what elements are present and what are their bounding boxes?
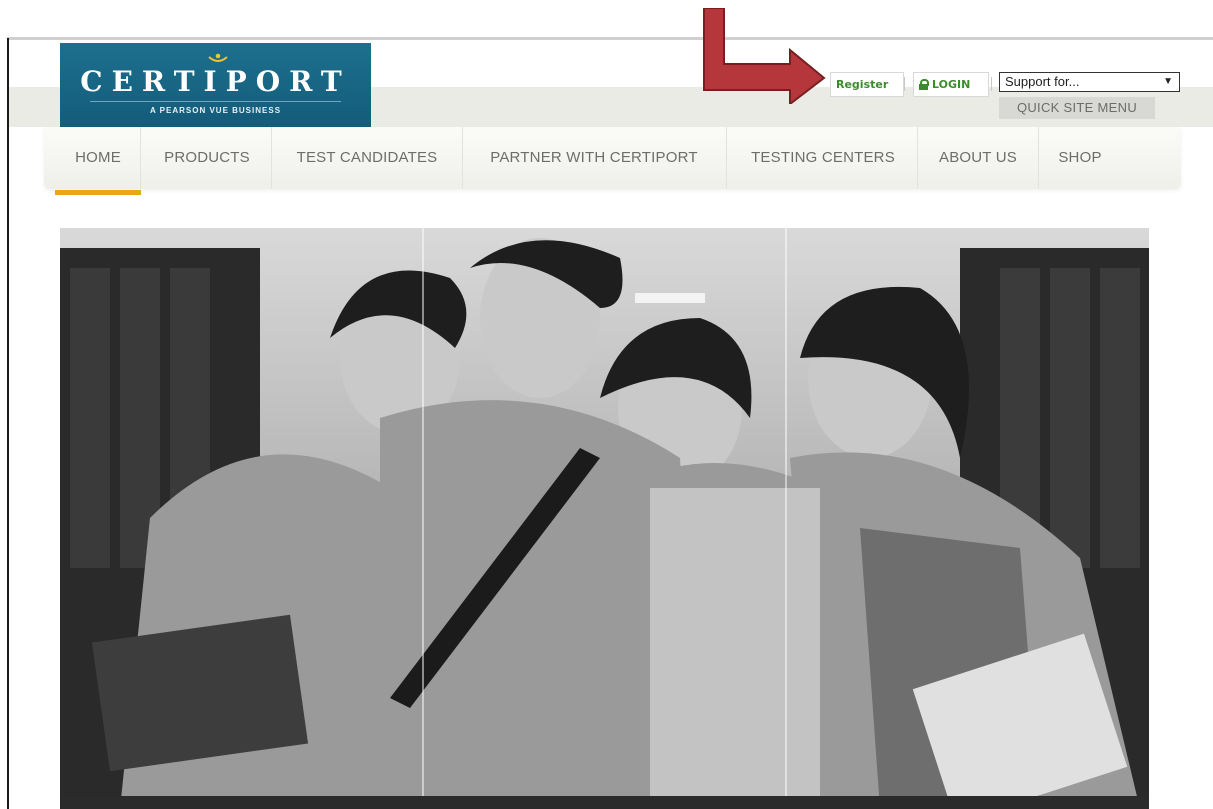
quick-site-menu[interactable]: QUICK SITE MENU [999,97,1155,119]
hero-caption-bar [60,796,1149,809]
divider [904,77,905,91]
hero-image [60,228,1149,809]
nav-divider [726,127,727,189]
quick-site-menu-label: QUICK SITE MENU [1016,100,1138,115]
red-arrow-icon [703,8,826,104]
nav-item-products[interactable]: PRODUCTS [144,127,270,189]
logo-wordmark: CERTIPORT [80,65,351,98]
support-for-select[interactable]: Support for... ▼ [999,72,1180,92]
nav-item-home[interactable]: HOME [58,127,138,189]
nav-divider [917,127,918,189]
nav-item-test-candidates[interactable]: TEST CANDIDATES [274,127,460,189]
nav-divider [271,127,272,189]
nav-item-about-us[interactable]: ABOUT US [920,127,1036,189]
lock-icon [919,79,929,90]
logo-tagline: A PEARSON VUE BUSINESS [149,106,282,115]
certiport-logo[interactable]: CERTIPORT A PEARSON VUE BUSINESS [60,43,371,127]
register-label: Register [836,78,889,91]
active-nav-indicator [55,190,141,195]
login-link[interactable]: LOGIN [913,72,989,97]
nav-item-testing-centers[interactable]: TESTING CENTERS [730,127,916,189]
logo-figure-icon [208,53,228,62]
divider [991,77,992,91]
nav-divider [140,127,141,189]
logo-rule [90,101,341,102]
login-label: LOGIN [932,78,971,91]
nav-item-shop[interactable]: SHOP [1040,127,1120,189]
caret-down-icon: ▼ [1163,76,1173,87]
main-nav: HOME PRODUCTS TEST CANDIDATES PARTNER WI… [44,127,1181,189]
hero-students-photo [60,228,1149,809]
page-left-border [7,38,9,809]
page-top-line [7,37,1213,40]
register-link[interactable]: Register [830,72,904,97]
support-select-value: Support for... [1005,74,1080,89]
nav-item-partner-with-certiport[interactable]: PARTNER WITH CERTIPORT [466,127,722,189]
nav-divider [462,127,463,189]
nav-divider [1038,127,1039,189]
